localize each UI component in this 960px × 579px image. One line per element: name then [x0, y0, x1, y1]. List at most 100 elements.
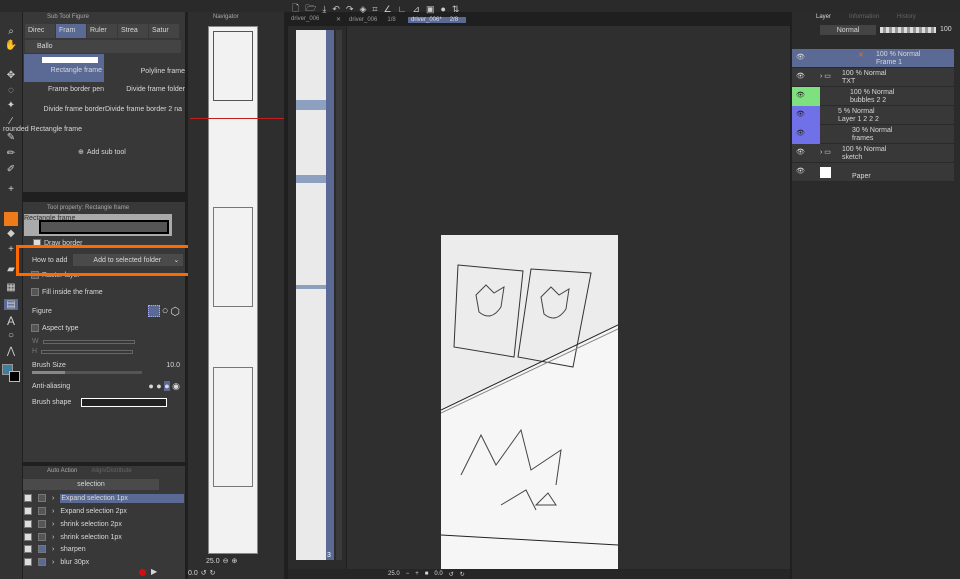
tab-saturation[interactable]: Satur	[149, 24, 179, 38]
eye-icon[interactable]: 👁	[796, 91, 805, 99]
decoration-tool-icon[interactable]: +	[4, 184, 18, 195]
tab-frame[interactable]: Fram	[56, 24, 86, 38]
zoom-out-icon[interactable]: ⊖	[223, 557, 229, 565]
tab-history[interactable]: History	[897, 14, 916, 20]
list-item[interactable]: › Expand selection 2px	[24, 505, 184, 517]
eye-icon[interactable]: 👁	[796, 148, 805, 156]
hand-tool-icon[interactable]: ✋	[4, 40, 18, 51]
zoom-in-icon[interactable]: ⊕	[232, 557, 238, 565]
canvas-zoom-value[interactable]: 25.0	[388, 571, 400, 577]
flip-icon[interactable]: ⇅	[452, 4, 460, 15]
tab-ruler[interactable]: Ruler	[87, 24, 117, 38]
gradient-icon[interactable]: ▦	[4, 282, 18, 293]
ellipse-figure-icon[interactable]: ○	[162, 305, 169, 318]
rectangle-figure-icon[interactable]	[147, 305, 160, 317]
layer-row[interactable]: 👁 5 % Normal Layer 1 2 2 2	[792, 106, 954, 125]
list-item[interactable]: › shrink selection 2px	[24, 518, 184, 530]
tab-label: driver_006*	[411, 16, 442, 23]
tab-document-active[interactable]: driver_006* 2/8	[408, 16, 466, 23]
undo-icon[interactable]: ↶	[332, 4, 340, 15]
navigator-angle-value[interactable]: 0.0	[188, 570, 198, 577]
tab-layer[interactable]: Layer	[816, 14, 831, 20]
blend-mode-dropdown[interactable]: Normal	[820, 25, 876, 35]
tab-document[interactable]: driver_006 1/8	[346, 17, 406, 23]
layer-row[interactable]: 👁 30 % Normal frames	[792, 125, 954, 144]
width-slider[interactable]	[42, 339, 135, 344]
tab-direct[interactable]: Direc	[25, 24, 55, 38]
height-slider[interactable]	[41, 349, 134, 354]
eye-icon[interactable]: 👁	[796, 129, 805, 137]
layer-row[interactable]: 👁 ✕ 100 % Normal Frame 1	[792, 49, 954, 68]
eye-icon[interactable]: 👁	[796, 110, 805, 118]
page-strip[interactable]: 3	[296, 30, 334, 560]
color-icon[interactable]: ●	[440, 4, 445, 14]
layer-row[interactable]: 👁 100 % Normal bubbles 2 2	[792, 87, 954, 106]
play-icon[interactable]: ▶	[151, 567, 157, 576]
polygon-figure-icon[interactable]: ⬡	[170, 305, 180, 318]
list-item[interactable]: › Expand selection 1px	[24, 492, 184, 504]
anti-aliasing-options[interactable]: ● ● ● ◉	[148, 381, 180, 392]
eraser-icon[interactable]: ◆	[4, 228, 18, 239]
action-set-dropdown[interactable]: selection	[23, 479, 159, 490]
balloon-tool-icon[interactable]: ○	[4, 330, 18, 341]
figure-tool-icon[interactable]	[4, 212, 18, 226]
list-item[interactable]: › sharpen	[24, 543, 184, 555]
canvas-angle-value[interactable]: 0.0	[434, 571, 442, 577]
rotate-left-icon[interactable]: ↺	[449, 571, 454, 578]
navigator-zoom-value[interactable]: 25.0	[206, 558, 220, 565]
navigator-preview[interactable]	[208, 26, 258, 554]
add-sub-tool-button[interactable]: ⊕ Add sub tool	[78, 148, 126, 157]
fill-inside-checkbox[interactable]	[31, 288, 39, 296]
subtool-divide-frame-border-2[interactable]: Divide frame border 2 na	[105, 94, 185, 122]
move-tool-icon[interactable]: ✥	[4, 70, 18, 81]
redo-icon[interactable]: ↷	[346, 4, 354, 15]
zoom-out-icon[interactable]: −	[406, 571, 410, 577]
brush-size-slider[interactable]	[32, 371, 142, 374]
opacity-slider[interactable]	[880, 27, 936, 33]
sub-color-swatch[interactable]	[9, 371, 20, 382]
canvas-area[interactable]	[347, 26, 790, 569]
layer-row[interactable]: 👁 › ▭ 100 % Normal TXT	[792, 68, 954, 87]
opacity-value[interactable]: 100	[940, 26, 952, 33]
eye-icon[interactable]: 👁	[796, 167, 805, 175]
tab-align-distribute[interactable]: Align/Distribute	[91, 468, 131, 474]
tab-balloon[interactable]: Ballo	[25, 40, 181, 53]
list-item[interactable]: › shrink selection 1px	[24, 531, 184, 543]
brush-size-value[interactable]: 10.0	[166, 362, 180, 369]
fit-icon[interactable]: ■	[425, 571, 429, 577]
perspective-icon[interactable]: ⊿	[412, 4, 420, 15]
save-icon[interactable]: ⤓	[322, 4, 326, 15]
layer-info: 100 % Normal	[842, 146, 887, 153]
layer-row[interactable]: 👁 Paper	[792, 163, 954, 182]
pencil-tool-icon[interactable]: ✏	[4, 148, 18, 159]
zoom-tool-icon[interactable]: ⌕	[4, 26, 18, 37]
eye-icon[interactable]: 👁	[796, 53, 805, 61]
brush-shape-dropdown[interactable]	[81, 398, 168, 407]
tab-document[interactable]: driver_006 ✕	[288, 16, 344, 23]
frame-tool-icon[interactable]: ▤	[4, 299, 18, 310]
rotate-right-icon[interactable]: ↻	[210, 569, 216, 577]
rotate-right-icon[interactable]: ↻	[460, 571, 465, 578]
text-tool-icon[interactable]: A	[4, 314, 18, 328]
canvas-page[interactable]	[441, 235, 618, 569]
list-item[interactable]: › blur 30px	[24, 556, 184, 568]
rotate-left-icon[interactable]: ↺	[201, 569, 207, 577]
tab-stream[interactable]: Strea	[118, 24, 148, 38]
aspect-type-checkbox[interactable]	[31, 324, 39, 332]
brush-tool-icon[interactable]: ✐	[4, 164, 18, 175]
fill-icon[interactable]: ◈	[360, 4, 367, 15]
record-button[interactable]	[139, 569, 146, 576]
subtool-rounded-rectangle-frame[interactable]: rounded Rectangle frame	[3, 114, 103, 142]
page-scrollbar[interactable]	[336, 30, 342, 560]
crop-icon[interactable]: ⌗	[372, 4, 377, 15]
snap-icon[interactable]: ∟	[398, 4, 407, 14]
layer-row[interactable]: 👁 › ▭ 100 % Normal sketch	[792, 144, 954, 163]
correct-line-icon[interactable]: ⋀	[4, 346, 18, 357]
zoom-in-icon[interactable]: +	[415, 571, 419, 577]
folder-icon[interactable]: ▣	[426, 4, 435, 15]
close-icon[interactable]: ✕	[336, 16, 341, 23]
tab-auto-action[interactable]: Auto Action	[47, 468, 77, 474]
ruler-icon[interactable]: ∠	[384, 4, 392, 15]
tab-information[interactable]: Information	[849, 14, 879, 20]
eye-icon[interactable]: 👁	[796, 72, 805, 80]
